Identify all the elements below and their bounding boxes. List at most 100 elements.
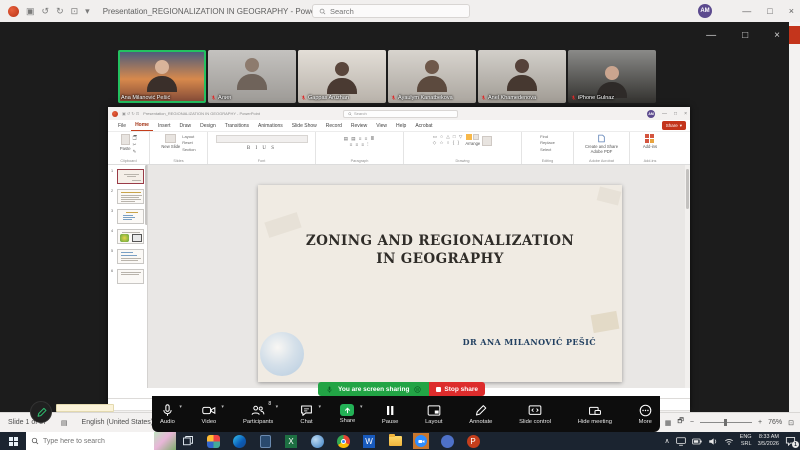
quick-styles-button[interactable] [482,136,492,146]
save-icon[interactable]: ▣ [26,7,35,16]
align-buttons[interactable]: ≡ ≡ ≡ ⫶ [350,142,370,148]
tab-record[interactable]: Record [322,123,346,131]
participants-chevron-icon[interactable]: ▾ [276,404,279,410]
minimize-icon[interactable]: — [742,6,751,16]
tab-design[interactable]: Design [196,123,220,131]
tab-file[interactable]: File [114,123,130,131]
find-button[interactable]: Find [540,134,548,139]
inner-account-avatar[interactable]: AM [647,110,655,118]
clock[interactable]: 8:33 AM 3/5/2026 [758,434,779,447]
new-slide-button[interactable]: New Slide [161,134,180,149]
inner-search-box[interactable]: Search [343,110,458,118]
maximize-icon[interactable]: □ [767,6,772,16]
tab-home[interactable]: Home [131,122,153,131]
taskbar-app-zoom[interactable] [413,433,429,449]
editor-scrollbar[interactable] [685,165,690,388]
taskbar-app-file-explorer[interactable] [387,433,403,449]
start-button[interactable] [0,432,26,450]
zoom-maximize-icon[interactable]: □ [742,30,748,41]
preview-icon[interactable]: ⊡ [71,7,79,16]
taskbar-app-powerpoint[interactable]: P [465,433,481,449]
taskbar-search-box[interactable] [26,432,176,450]
shape-gallery[interactable]: ▭ ○ △ □ ▽ ◇ ☆ ○ { } [433,134,464,146]
taskbar-app-edge[interactable] [231,433,247,449]
taskbar-app-word[interactable]: W [361,433,377,449]
video-tile[interactable]: iPhone Gulnaz [568,50,656,103]
zoom-close-icon[interactable]: × [774,30,780,41]
tab-slide-show[interactable]: Slide Show [288,123,321,131]
select-button[interactable]: Select [540,147,551,152]
slide-canvas[interactable]: ZONING AND REGIONALIZATION IN GEOGRAPHY … [258,185,622,382]
annotate-button[interactable]: Annotate [469,404,492,425]
taskbar-app-excel[interactable]: X [283,433,299,449]
inner-close-icon[interactable]: × [684,111,687,117]
slide-thumbnail-2[interactable]: 2 [111,189,145,204]
tray-expand-icon[interactable]: ∧ [665,437,670,445]
slide-thumbnail-6[interactable]: 6 [111,269,145,284]
undo-icon[interactable]: ↺ [42,7,50,16]
task-view-button[interactable] [176,435,200,447]
slide-thumbnail-1[interactable]: 1 [111,169,145,184]
layout-button[interactable]: Layout [425,404,442,425]
zoom-out-icon[interactable]: − [690,419,694,426]
hide-meeting-button[interactable]: Hide meeting [578,404,612,425]
section-button[interactable]: Section [182,147,195,152]
qat-more-icon[interactable]: ▾ [85,7,90,16]
chat-chevron-icon[interactable]: ▾ [319,404,322,410]
ppt-share-button[interactable]: Share▾ [662,121,686,130]
display-tray-icon[interactable] [676,437,686,446]
audio-chevron-icon[interactable]: ▾ [179,404,182,410]
zoom-slider[interactable] [700,422,752,423]
paste-button[interactable]: Paste [120,134,131,151]
speaker-icon[interactable] [708,437,718,446]
taskbar-app-photos[interactable] [205,433,221,449]
action-center-button[interactable]: 1 [785,436,796,446]
slide-thumbnail-4[interactable]: 4 [111,229,145,244]
tab-view[interactable]: View [372,123,391,131]
annotation-fab[interactable] [30,401,52,423]
more-button[interactable]: More [639,404,652,425]
pause-share-icon[interactable] [414,386,421,393]
inner-minimize-icon[interactable]: — [662,111,667,117]
taskbar-search-input[interactable] [43,438,138,445]
zoom-in-icon[interactable]: + [758,419,762,426]
slide-control-button[interactable]: Slide control [519,404,551,425]
thumbnail-scrollbar[interactable] [145,165,148,225]
slide-title[interactable]: ZONING AND REGIONALIZATION IN GEOGRAPHY [258,233,622,268]
redo-icon[interactable]: ↻ [56,7,64,16]
tab-draw[interactable]: Draw [175,123,195,131]
video-button[interactable]: ▾ Video [202,404,217,425]
slide-thumbnail-panel[interactable]: 1 2 [108,165,148,388]
share-chevron-icon[interactable]: ▾ [360,404,363,410]
video-chevron-icon[interactable]: ▾ [221,404,224,410]
font-name-dropdown[interactable] [216,135,308,143]
create-share-pdf-button[interactable]: Create and Share Adobe PDF [579,134,625,154]
chat-button[interactable]: ▾ Chat [300,404,313,425]
share-button[interactable]: ▾ Share [340,404,355,424]
font-format-buttons[interactable]: B I U S [247,146,276,151]
slideshow-view-icon[interactable]: 🗗 [677,417,684,428]
account-avatar[interactable]: AM [698,4,712,18]
video-tile[interactable]: Алия [208,50,296,103]
pause-button[interactable]: Pause [382,404,398,425]
slide-author[interactable]: DR ANA MILANOVIĆ PEŠIĆ [463,337,596,347]
zoom-minimize-icon[interactable]: — [706,30,716,41]
video-tile[interactable]: Anel Khamedenova [478,50,566,103]
taskbar-app-chrome[interactable] [335,433,351,449]
tab-review[interactable]: Review [347,123,371,131]
close-icon[interactable]: × [789,6,794,16]
outer-search-box[interactable] [312,4,470,18]
taskbar-app-calculator[interactable] [257,433,273,449]
battery-icon[interactable] [692,437,702,446]
layout-button[interactable]: Layout [182,134,194,139]
network-icon[interactable] [724,437,734,446]
replace-button[interactable]: Replace [540,140,555,145]
arrange-button[interactable]: Arrange [465,134,480,146]
fit-slide-icon[interactable]: ⊡ [788,419,794,427]
stop-share-button[interactable]: Stop share [429,382,485,396]
zoom-percent[interactable]: 76% [768,419,782,426]
taskbar-app-teams[interactable] [439,433,455,449]
tab-acrobat[interactable]: Acrobat [411,123,436,131]
outer-search-input[interactable] [330,7,450,16]
tab-insert[interactable]: Insert [154,123,175,131]
